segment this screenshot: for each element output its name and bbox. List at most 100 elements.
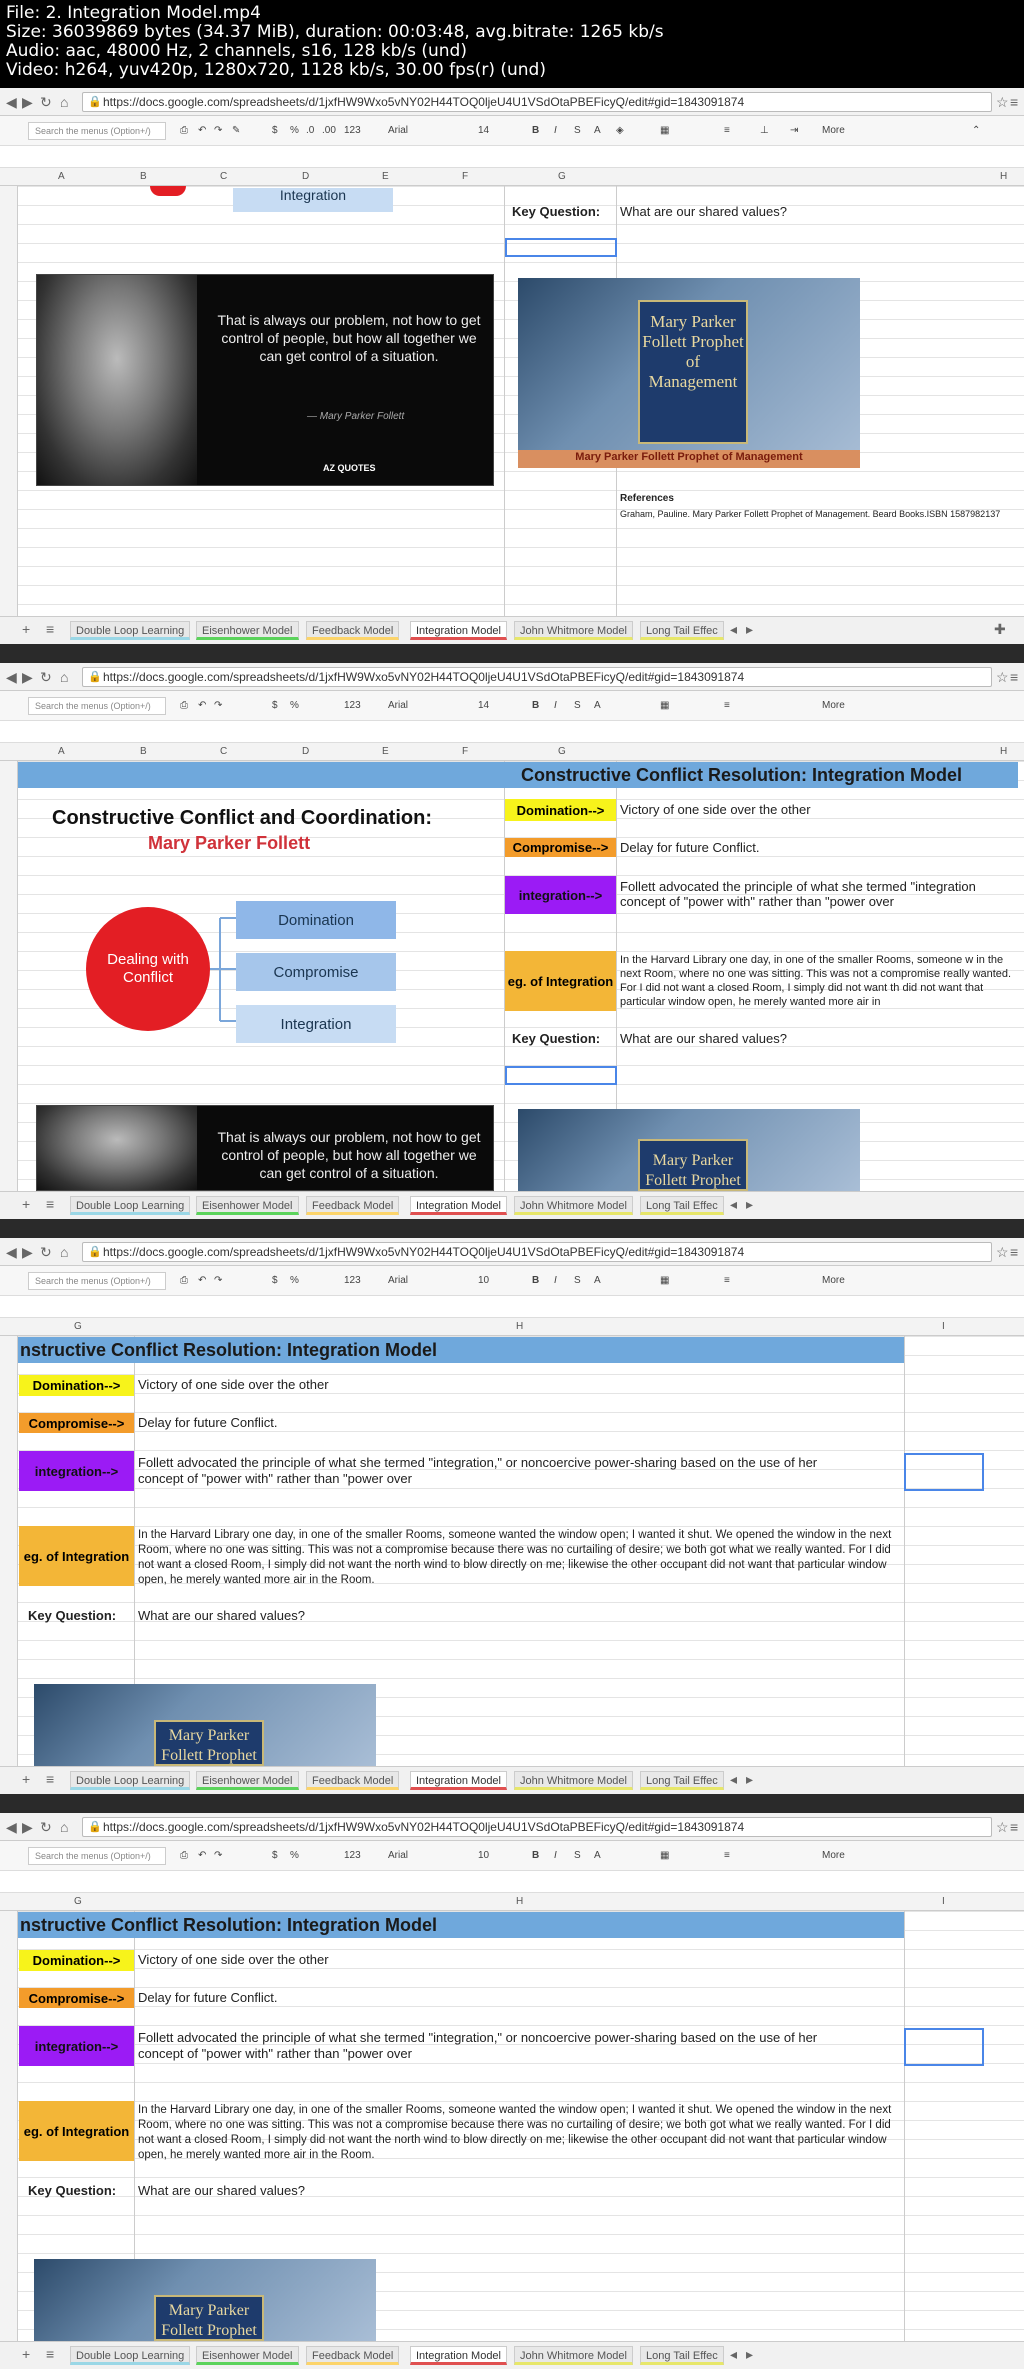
col-header[interactable]: D (302, 171, 309, 182)
number-format-button[interactable]: 123 (344, 1850, 361, 1861)
all-sheets-icon[interactable]: ≡ (46, 621, 54, 637)
fill-color-icon[interactable]: ◈ (616, 125, 624, 136)
align-icon[interactable]: ≡ (724, 1275, 730, 1286)
italic-button[interactable]: I (554, 125, 557, 136)
url-field[interactable]: 🔒 https://docs.google.com/spreadsheets/d/… (82, 92, 992, 112)
reload-icon[interactable]: ↻ (40, 1819, 52, 1836)
borders-icon[interactable]: ▦ (660, 125, 669, 136)
search-menus-input[interactable]: Search the menus (Option+/) (28, 697, 166, 715)
borders-icon[interactable]: ▦ (660, 1850, 669, 1861)
home-icon[interactable]: ⌂ (60, 1819, 68, 1835)
wrap-icon[interactable]: ⇥ (790, 125, 798, 136)
menu-icon[interactable]: ≡ (1010, 1244, 1018, 1260)
print-icon[interactable]: ⎙ (180, 1275, 188, 1286)
tabs-right-icon[interactable]: ▸ (746, 1771, 753, 1788)
formula-bar[interactable] (0, 1296, 1024, 1318)
forward-icon[interactable]: ▶ (22, 669, 33, 686)
font-select[interactable]: Arial (388, 700, 408, 711)
add-sheet-icon[interactable]: + (22, 621, 30, 637)
italic-button[interactable]: I (554, 700, 557, 711)
star-icon[interactable]: ☆ (996, 669, 1009, 686)
col-header[interactable]: B (140, 171, 147, 182)
more-button[interactable]: More (822, 700, 845, 711)
percent-button[interactable]: % (290, 1275, 299, 1286)
all-sheets-icon[interactable]: ≡ (46, 1196, 54, 1212)
undo-icon[interactable]: ↶ (198, 1850, 206, 1861)
bold-button[interactable]: B (532, 700, 539, 711)
col-header[interactable]: A (58, 746, 65, 757)
font-size-select[interactable]: 14 (478, 125, 489, 136)
align-icon[interactable]: ≡ (724, 1850, 730, 1861)
sheet-tab[interactable]: John Whitmore Model (514, 621, 633, 640)
text-color-button[interactable]: A (594, 700, 601, 711)
selected-cell[interactable] (904, 1453, 984, 1491)
sheet-tab[interactable]: Eisenhower Model (196, 2346, 299, 2365)
col-header[interactable]: G (558, 171, 566, 182)
sheet-tab[interactable]: Long Tail Effec (640, 1196, 724, 1215)
formula-bar[interactable] (0, 146, 1024, 168)
font-size-select[interactable]: 10 (478, 1850, 489, 1861)
forward-icon[interactable]: ▶ (22, 1244, 33, 1261)
sheet-tab-active[interactable]: Integration Model (410, 1771, 507, 1790)
url-field[interactable]: 🔒 https://docs.google.com/spreadsheets/d/… (82, 1817, 992, 1837)
strikethrough-button[interactable]: S (574, 1850, 581, 1861)
col-header[interactable]: I (942, 1896, 945, 1907)
sheet-tab[interactable]: Feedback Model (306, 1771, 400, 1790)
col-header[interactable]: E (382, 746, 389, 757)
undo-icon[interactable]: ↶ (198, 125, 206, 136)
sheet-tab[interactable]: John Whitmore Model (514, 2346, 633, 2365)
decimal-button[interactable]: .0 (306, 125, 314, 136)
sheet-tab[interactable]: Feedback Model (306, 1196, 400, 1215)
sheet-tab-active[interactable]: Integration Model (410, 1196, 507, 1215)
percent-button[interactable]: % (290, 1850, 299, 1861)
print-icon[interactable]: ⎙ (180, 700, 188, 711)
col-header[interactable]: A (58, 171, 65, 182)
font-size-select[interactable]: 10 (478, 1275, 489, 1286)
formula-bar[interactable] (0, 721, 1024, 743)
add-sheet-icon[interactable]: + (22, 1771, 30, 1787)
tabs-left-icon[interactable]: ◂ (730, 1771, 737, 1788)
redo-icon[interactable]: ↷ (214, 1275, 222, 1286)
number-format-button[interactable]: 123 (344, 1275, 361, 1286)
selected-cell[interactable] (505, 238, 617, 257)
strikethrough-button[interactable]: S (574, 125, 581, 136)
selected-cell[interactable] (904, 2028, 984, 2066)
strikethrough-button[interactable]: S (574, 1275, 581, 1286)
sheet-tab[interactable]: Feedback Model (306, 621, 400, 640)
text-color-button[interactable]: A (594, 1275, 601, 1286)
selected-cell[interactable] (505, 1066, 617, 1085)
col-header[interactable]: H (516, 1896, 523, 1907)
star-icon[interactable]: ☆ (996, 94, 1009, 111)
font-select[interactable]: Arial (388, 125, 408, 136)
col-header[interactable]: H (516, 1321, 523, 1332)
undo-icon[interactable]: ↶ (198, 700, 206, 711)
number-format-button[interactable]: 123 (344, 125, 361, 136)
bold-button[interactable]: B (532, 1275, 539, 1286)
col-header[interactable]: F (462, 171, 468, 182)
sheet-tab[interactable]: Long Tail Effec (640, 2346, 724, 2365)
col-header[interactable]: H (1000, 746, 1007, 757)
star-icon[interactable]: ☆ (996, 1819, 1009, 1836)
col-header[interactable]: I (942, 1321, 945, 1332)
add-sheet-icon[interactable]: + (22, 2346, 30, 2362)
print-icon[interactable]: ⎙ (180, 125, 188, 136)
col-header[interactable]: E (382, 171, 389, 182)
back-icon[interactable]: ◀ (6, 1819, 17, 1836)
redo-icon[interactable]: ↷ (214, 125, 222, 136)
sheet-tab[interactable]: Double Loop Learning (70, 1771, 191, 1790)
all-sheets-icon[interactable]: ≡ (46, 2346, 54, 2362)
font-size-select[interactable]: 14 (478, 700, 489, 711)
print-icon[interactable]: ⎙ (180, 1850, 188, 1861)
back-icon[interactable]: ◀ (6, 669, 17, 686)
all-sheets-icon[interactable]: ≡ (46, 1771, 54, 1787)
col-header[interactable]: G (74, 1321, 82, 1332)
back-icon[interactable]: ◀ (6, 94, 17, 111)
bold-button[interactable]: B (532, 125, 539, 136)
percent-button[interactable]: % (290, 700, 299, 711)
forward-icon[interactable]: ▶ (22, 94, 33, 111)
url-field[interactable]: 🔒 https://docs.google.com/spreadsheets/d/… (82, 667, 992, 687)
tabs-left-icon[interactable]: ◂ (730, 621, 737, 638)
font-select[interactable]: Arial (388, 1850, 408, 1861)
tabs-left-icon[interactable]: ◂ (730, 2346, 737, 2363)
redo-icon[interactable]: ↷ (214, 1850, 222, 1861)
